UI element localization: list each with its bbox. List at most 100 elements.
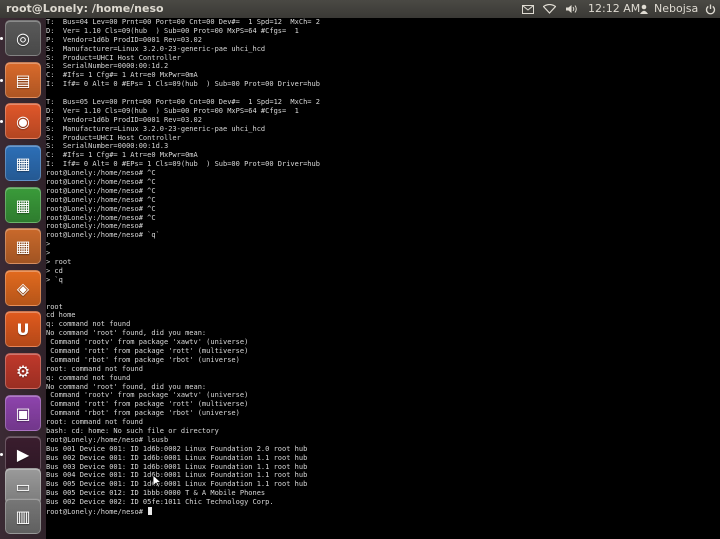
terminal-line: D: Ver= 1.10 Cls=09(hub ) Sub=00 Prot=00… (46, 27, 320, 36)
terminal-line: Bus 003 Device 001: ID 1d6b:0001 Linux F… (46, 463, 320, 472)
terminal-line: q: command not found (46, 320, 320, 329)
terminal-line-text: S: Manufacturer=Linux 3.2.0-23-generic-p… (46, 124, 266, 133)
terminal-line: Bus 005 Device 012: ID 1bbb:0000 T & A M… (46, 489, 320, 498)
spreadsheet-icon: ▦ (15, 195, 31, 215)
terminal-line-text: root@Lonely:/home/neso# (46, 222, 143, 231)
ubuntu-one-launcher[interactable]: U (5, 311, 41, 347)
terminal-line-text: Command 'rootv' from package 'xawtv' (un… (46, 391, 249, 400)
terminal-line-text: D: Ver= 1.10 Cls=09(hub ) Sub=00 Prot=00… (46, 106, 299, 115)
terminal-line: root@Lonely:/home/neso# (46, 506, 320, 516)
trash-launcher[interactable]: ▥ (5, 498, 41, 534)
terminal-line: root@Lonely:/home/neso# ^C (46, 214, 320, 223)
clock[interactable]: 12:12 AM (588, 0, 640, 18)
terminal-line-text: P: Vendor=1d6b ProdID=0001 Rev=03.02 (46, 35, 202, 44)
terminal-line-text: S: SerialNumber=0000:00:1d.2 (46, 62, 169, 71)
running-indicator (0, 79, 3, 82)
terminal-line: Command 'rootv' from package 'xawtv' (un… (46, 391, 320, 400)
terminal-line: Bus 004 Device 001: ID 1d6b:0001 Linux F… (46, 471, 320, 480)
writer-launcher[interactable]: ▦ (5, 145, 41, 181)
terminal-line: root@Lonely:/home/neso# (46, 222, 320, 231)
terminal-line-text: root@Lonely:/home/neso# ^C (46, 169, 156, 178)
terminal-line: root@Lonely:/home/neso# ^C (46, 205, 320, 214)
terminal-window[interactable]: T: Bus=04 Lev=00 Prnt=00 Port=00 Cnt=00 … (46, 18, 720, 539)
firefox-launcher[interactable]: ◉ (5, 103, 41, 139)
terminal-line: S: Manufacturer=Linux 3.2.0-23-generic-p… (46, 125, 320, 134)
terminal-line: Bus 002 Device 002: ID 05fe:1011 Chic Te… (46, 498, 320, 507)
terminal-line: q: command not found (46, 374, 320, 383)
unity-launcher: ◎ ▤ ◉ ▦ ▦ ▦ ◈ U ⚙ ▣ ▶ ▭ ▥ (0, 18, 47, 539)
terminal-line: C: #Ifs= 1 Cfg#= 1 Atr=e0 MxPwr=0mA (46, 71, 320, 80)
running-indicator (0, 120, 3, 123)
terminal-line: S: SerialNumber=0000:00:1d.3 (46, 142, 320, 151)
user-icon (637, 0, 651, 18)
software-center-launcher[interactable]: ◈ (5, 270, 41, 306)
terminal-line-text: P: Vendor=1d6b ProdID=0001 Rev=03.02 (46, 115, 202, 124)
drive-icon: ▭ (15, 476, 31, 496)
terminal-line-text: Bus 005 Device 012: ID 1bbb:0000 T & A M… (46, 489, 266, 498)
terminal-line: root@Lonely:/home/neso# lsusb (46, 436, 320, 445)
terminal-line: I: If#= 0 Alt= 0 #EPs= 1 Cls=09(hub ) Su… (46, 80, 320, 89)
workspaces-icon: ▣ (15, 403, 31, 423)
running-indicator (0, 37, 3, 40)
terminal-line-text: bash: cd: home: No such file or director… (46, 426, 219, 435)
window-title: root@Lonely: /home/neso (6, 2, 164, 15)
terminal-line: P: Vendor=1d6b ProdID=0001 Rev=03.02 (46, 116, 320, 125)
terminal-line-text: root: command not found (46, 418, 143, 427)
ubuntu-logo-icon: ◎ (16, 28, 30, 48)
ubuntu-dash-launcher[interactable]: ◎ (5, 20, 41, 56)
terminal-line-text: > (46, 240, 51, 249)
gear-icon: ⚙ (15, 361, 31, 381)
terminal-line: S: Manufacturer=Linux 3.2.0-23-generic-p… (46, 45, 320, 54)
running-indicator (0, 453, 3, 456)
terminal-line-text: I: If#= 0 Alt= 0 #EPs= 1 Cls=09(hub ) Su… (46, 80, 320, 89)
terminal-line: Command 'rbot' from package 'rbot' (univ… (46, 409, 320, 418)
terminal-line-text: cd home (46, 311, 76, 320)
wifi-icon[interactable] (541, 0, 557, 18)
folder-icon: ▤ (15, 70, 31, 90)
volume-icon[interactable] (563, 0, 579, 18)
terminal-line: Command 'rbot' from package 'rbot' (univ… (46, 356, 320, 365)
terminal-line-text: S: Product=UHCI Host Controller (46, 133, 181, 142)
terminal-line-text: C: #Ifs= 1 Cfg#= 1 Atr=e0 MxPwr=0mA (46, 151, 198, 160)
terminal-line-text: Bus 003 Device 001: ID 1d6b:0001 Linux F… (46, 462, 308, 471)
terminal-line: root: command not found (46, 365, 320, 374)
terminal-line-text: S: SerialNumber=0000:00:1d.3 (46, 142, 169, 151)
terminal-line: No command 'root' found, did you mean: (46, 329, 320, 338)
terminal-line: P: Vendor=1d6b ProdID=0001 Rev=03.02 (46, 36, 320, 45)
username[interactable]: Nebojsa (654, 0, 698, 18)
terminal-line: T: Bus=04 Lev=00 Prnt=00 Port=00 Cnt=00 … (46, 18, 320, 27)
terminal-line-text: root@Lonely:/home/neso# (46, 507, 148, 516)
terminal-line-text: root@Lonely:/home/neso# ^C (46, 178, 156, 187)
terminal-line: > (46, 240, 320, 249)
mouse-pointer-icon (152, 474, 162, 488)
terminal-line: D: Ver= 1.10 Cls=09(hub ) Sub=00 Prot=00… (46, 107, 320, 116)
power-icon[interactable] (702, 0, 718, 18)
terminal-line-text: S: Product=UHCI Host Controller (46, 53, 181, 62)
terminal-launcher[interactable]: ▶ (5, 436, 41, 472)
workspace-switcher-launcher[interactable]: ▣ (5, 395, 41, 431)
terminal-line-text: > cd (46, 266, 63, 275)
terminal-line-text: > (46, 249, 51, 258)
terminal-line-text: Bus 002 Device 002: ID 05fe:1011 Chic Te… (46, 498, 274, 507)
terminal-line-text: root@Lonely:/home/neso# `q` (46, 231, 160, 240)
terminal-line: root@Lonely:/home/neso# ^C (46, 187, 320, 196)
shopping-bag-icon: ◈ (16, 278, 30, 298)
terminal-line: root: command not found (46, 418, 320, 427)
terminal-line-text: root@Lonely:/home/neso# ^C (46, 186, 156, 195)
calc-launcher[interactable]: ▦ (5, 187, 41, 223)
terminal-line-text: Bus 001 Device 001: ID 1d6b:0002 Linux F… (46, 444, 308, 453)
terminal-line-text: Bus 005 Device 001: ID 1d6b:0001 Linux F… (46, 480, 308, 489)
impress-launcher[interactable]: ▦ (5, 228, 41, 264)
terminal-line-text: I: If#= 0 Alt= 0 #EPs= 1 Cls=09(hub ) Su… (46, 160, 320, 169)
terminal-line-text: No command 'root' found, did you mean: (46, 382, 207, 391)
system-settings-launcher[interactable]: ⚙ (5, 353, 41, 389)
terminal-line: T: Bus=05 Lev=00 Prnt=00 Port=00 Cnt=00 … (46, 98, 320, 107)
terminal-line-text: D: Ver= 1.10 Cls=09(hub ) Sub=00 Prot=00… (46, 26, 299, 35)
terminal-line: root@Lonely:/home/neso# `q` (46, 231, 320, 240)
terminal-line-text: Command 'rbot' from package 'rbot' (univ… (46, 409, 240, 418)
mail-icon[interactable] (520, 0, 536, 18)
files-launcher[interactable]: ▤ (5, 62, 41, 98)
terminal-line-text: q: command not found (46, 320, 131, 329)
